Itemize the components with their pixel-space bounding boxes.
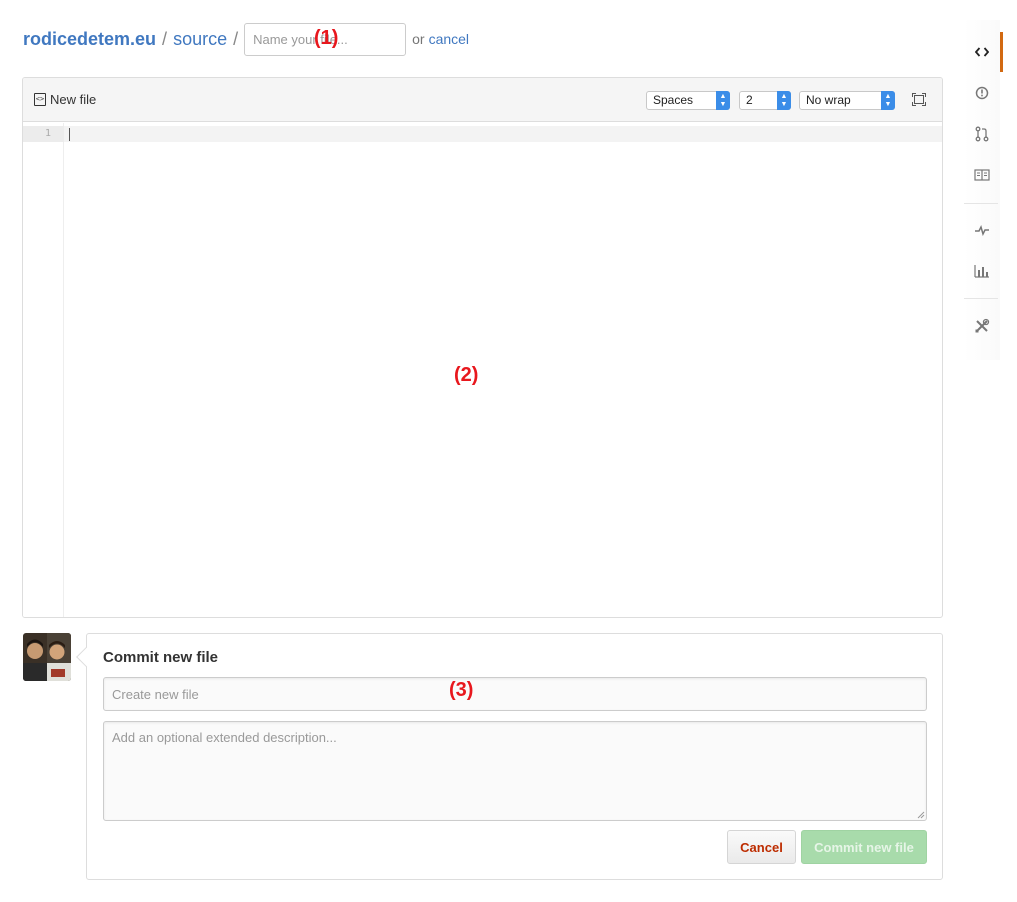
- wrap-mode-value: No wrap: [806, 93, 851, 107]
- resize-handle-icon[interactable]: [917, 811, 925, 819]
- wrap-mode-select[interactable]: No wrap ▲ ▼: [799, 91, 895, 110]
- breadcrumb-separator: /: [162, 28, 168, 49]
- code-icon: [975, 47, 989, 57]
- nav-pulse[interactable]: [964, 212, 1000, 248]
- line-number: 1: [44, 128, 51, 139]
- commit-form: Commit new file Cancel Commit new file: [76, 633, 943, 880]
- text-cursor: [69, 128, 70, 141]
- or-text: or: [412, 31, 425, 47]
- nav-wiki[interactable]: [964, 157, 1000, 193]
- commit-description-textarea[interactable]: [103, 721, 927, 821]
- annotation-3: (3): [449, 679, 474, 701]
- breadcrumb: rodicedetem.eu / source / or cancel: [23, 22, 469, 56]
- cancel-button[interactable]: Cancel: [727, 830, 796, 864]
- settings-icon: [975, 318, 990, 333]
- nav-graphs[interactable]: [964, 253, 1000, 289]
- file-editor: <> New file Spaces ▲ ▼ 2 ▲ ▼ No wrap ▲ ▼ 1: [22, 77, 943, 618]
- indent-size-select[interactable]: 2 ▲ ▼: [739, 91, 791, 110]
- commit-summary-input[interactable]: [103, 677, 927, 711]
- folder-link[interactable]: source: [173, 29, 227, 50]
- editor-title: <> New file: [34, 92, 96, 107]
- nav-issues[interactable]: [964, 75, 1000, 111]
- line-gutter: [23, 123, 64, 617]
- pulse-icon: [975, 224, 989, 236]
- nav-code[interactable]: [964, 34, 1000, 70]
- breadcrumb-separator: /: [233, 28, 239, 49]
- annotation-1: (1): [314, 27, 339, 49]
- commit-title: Commit new file: [103, 649, 219, 666]
- fullscreen-icon[interactable]: [912, 93, 926, 106]
- select-arrows-icon: ▲ ▼: [777, 91, 791, 110]
- indent-mode-select[interactable]: Spaces ▲ ▼: [646, 91, 730, 110]
- wiki-icon: [974, 169, 990, 181]
- select-arrows-icon: ▲ ▼: [881, 91, 895, 110]
- issue-icon: [975, 86, 989, 100]
- nav-settings[interactable]: [964, 308, 1000, 344]
- avatar: [23, 633, 71, 681]
- editor-title-label: New file: [50, 92, 97, 107]
- indent-size-value: 2: [746, 93, 753, 107]
- cancel-link[interactable]: cancel: [429, 31, 469, 47]
- graph-icon: [974, 265, 989, 278]
- repo-link[interactable]: rodicedetem.eu: [23, 29, 156, 50]
- nav-pull-requests[interactable]: [964, 116, 1000, 152]
- select-arrows-icon: ▲ ▼: [716, 91, 730, 110]
- code-area[interactable]: [65, 123, 942, 617]
- annotation-2: (2): [454, 364, 479, 386]
- repo-side-nav: [964, 20, 1004, 360]
- commit-button[interactable]: Commit new file: [801, 830, 927, 864]
- file-code-icon: <>: [34, 93, 46, 106]
- nav-active-indicator: [1000, 32, 1003, 72]
- indent-mode-value: Spaces: [653, 93, 694, 107]
- editor-toolbar: <> New file Spaces ▲ ▼ 2 ▲ ▼ No wrap ▲ ▼: [23, 78, 942, 122]
- pull-request-icon: [975, 126, 989, 142]
